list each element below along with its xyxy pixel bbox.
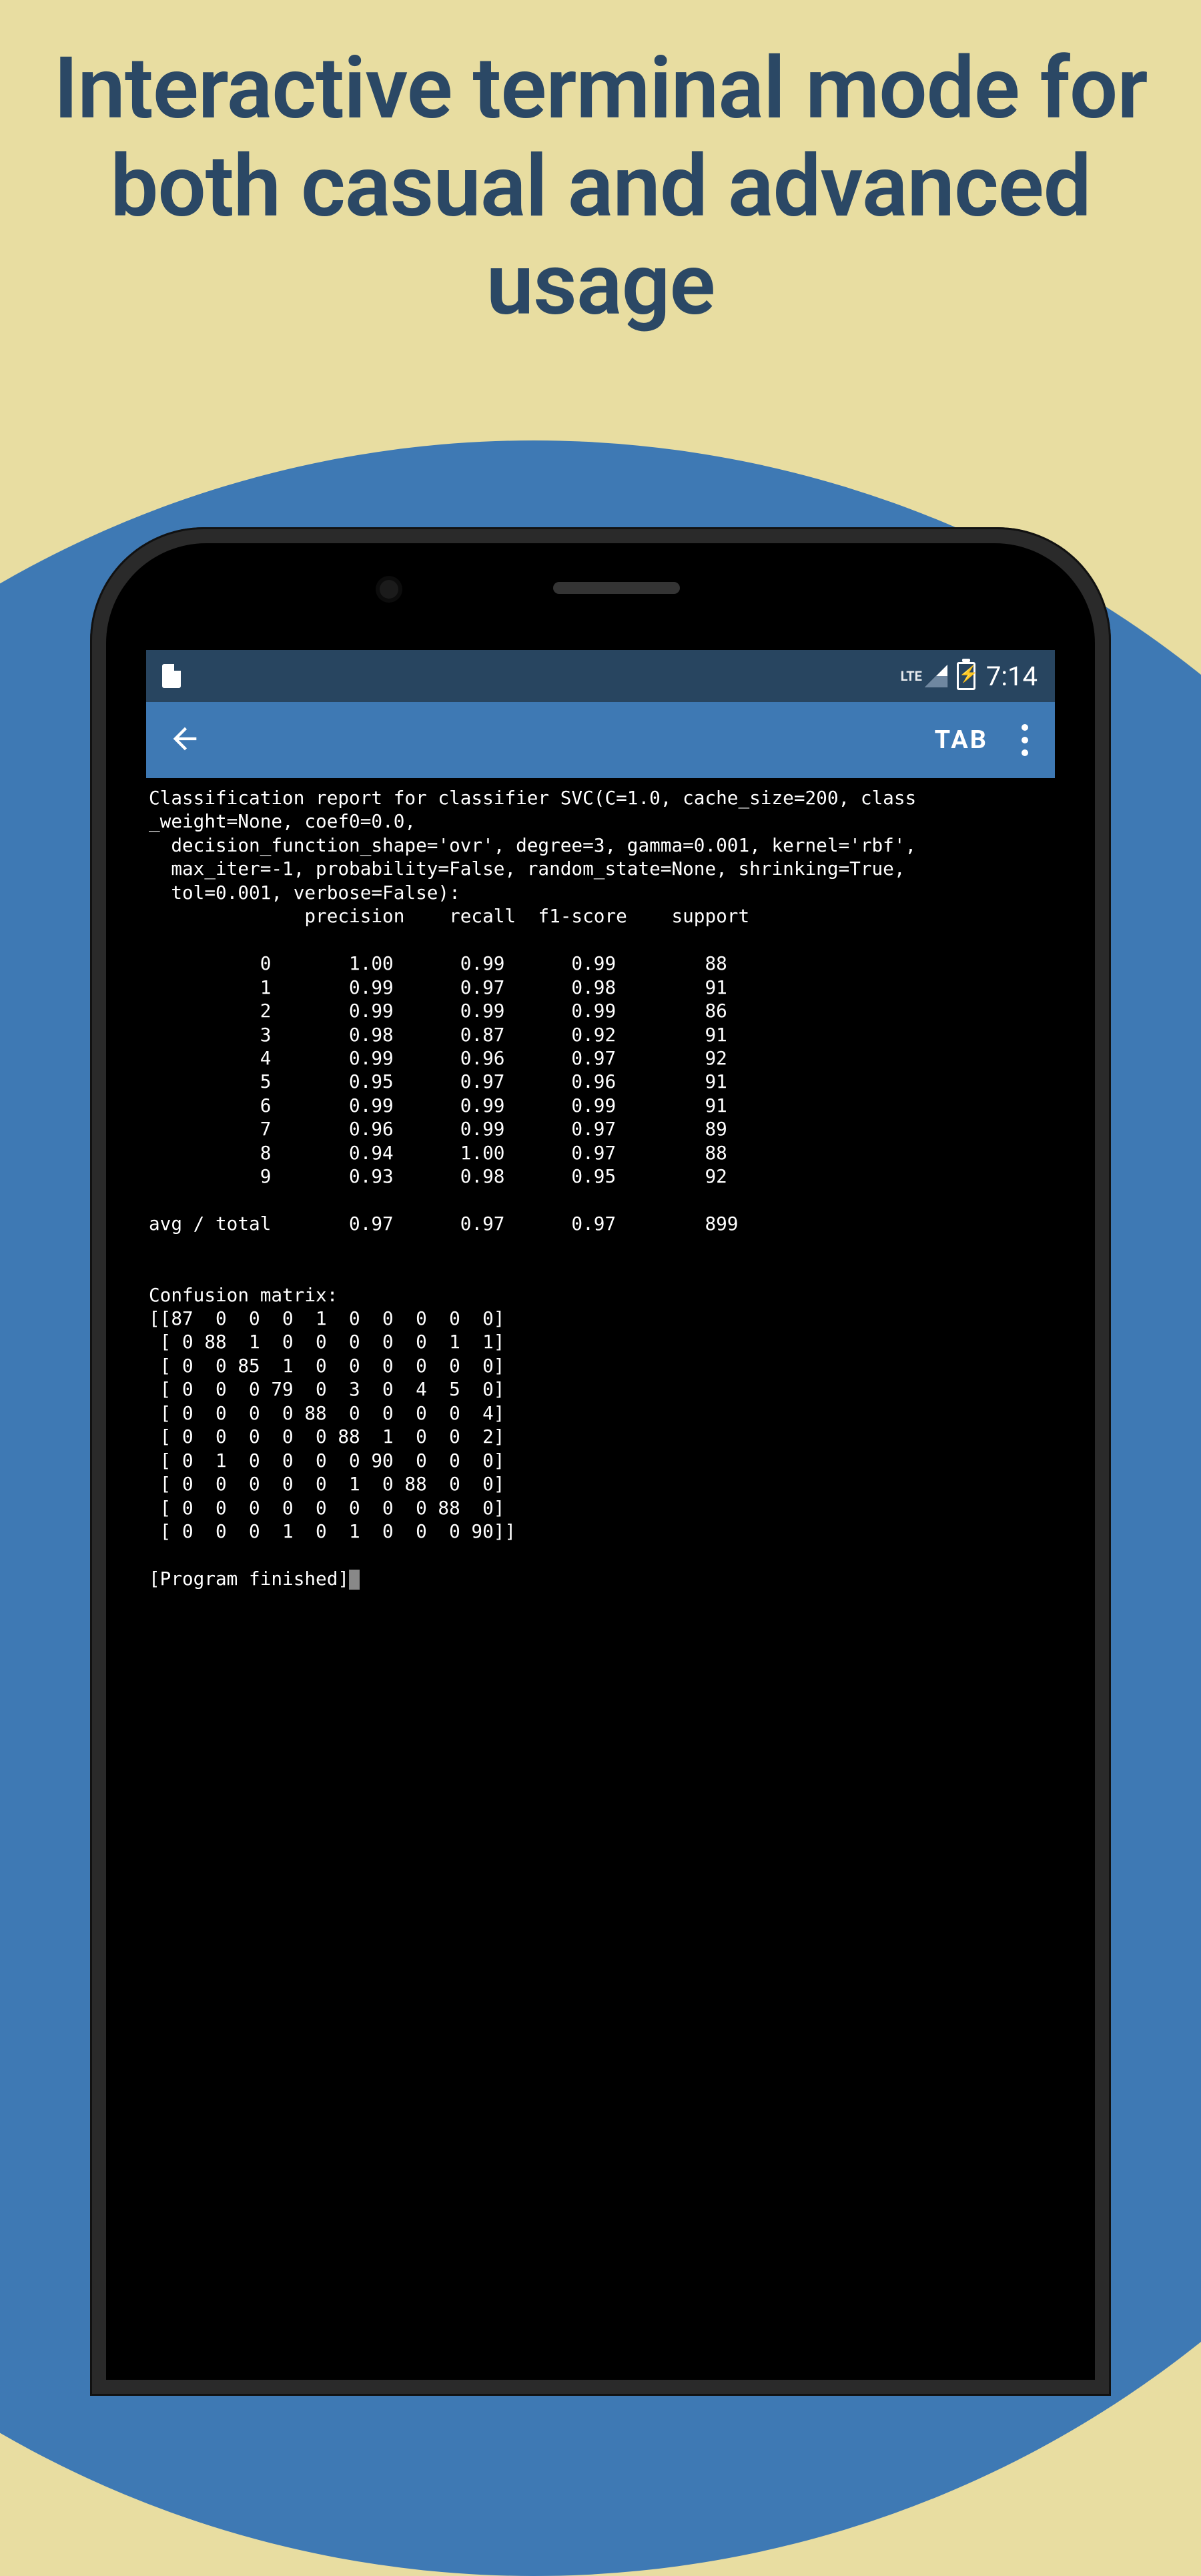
dot-icon: [1022, 724, 1028, 731]
phone-camera-icon: [380, 580, 398, 599]
terminal-output[interactable]: Classification report for classifier SVC…: [146, 778, 1055, 2380]
sd-card-icon: [162, 664, 181, 688]
phone-bezel: LTE ⚡ 7:14 TAB Classification report for…: [106, 543, 1095, 2380]
status-bar: LTE ⚡ 7:14: [146, 650, 1055, 702]
signal-icon: [925, 665, 947, 687]
phone-screen: LTE ⚡ 7:14 TAB Classification report for…: [146, 650, 1055, 2380]
overflow-menu-button[interactable]: [1016, 719, 1034, 761]
dot-icon: [1022, 737, 1028, 743]
dot-icon: [1022, 749, 1028, 756]
phone-speaker-icon: [553, 582, 680, 594]
tab-button[interactable]: TAB: [935, 725, 988, 755]
phone-frame: LTE ⚡ 7:14 TAB Classification report for…: [90, 527, 1111, 2396]
terminal-cursor-icon: [349, 1570, 360, 1590]
network-label: LTE: [901, 668, 922, 684]
clock-label: 7:14: [986, 661, 1038, 692]
action-bar: TAB: [146, 702, 1055, 778]
marketing-headline: Interactive terminal mode for both casua…: [50, 40, 1151, 335]
arrow-left-icon: [167, 721, 202, 756]
back-button[interactable]: [167, 721, 202, 759]
battery-charging-icon: ⚡: [957, 662, 975, 690]
